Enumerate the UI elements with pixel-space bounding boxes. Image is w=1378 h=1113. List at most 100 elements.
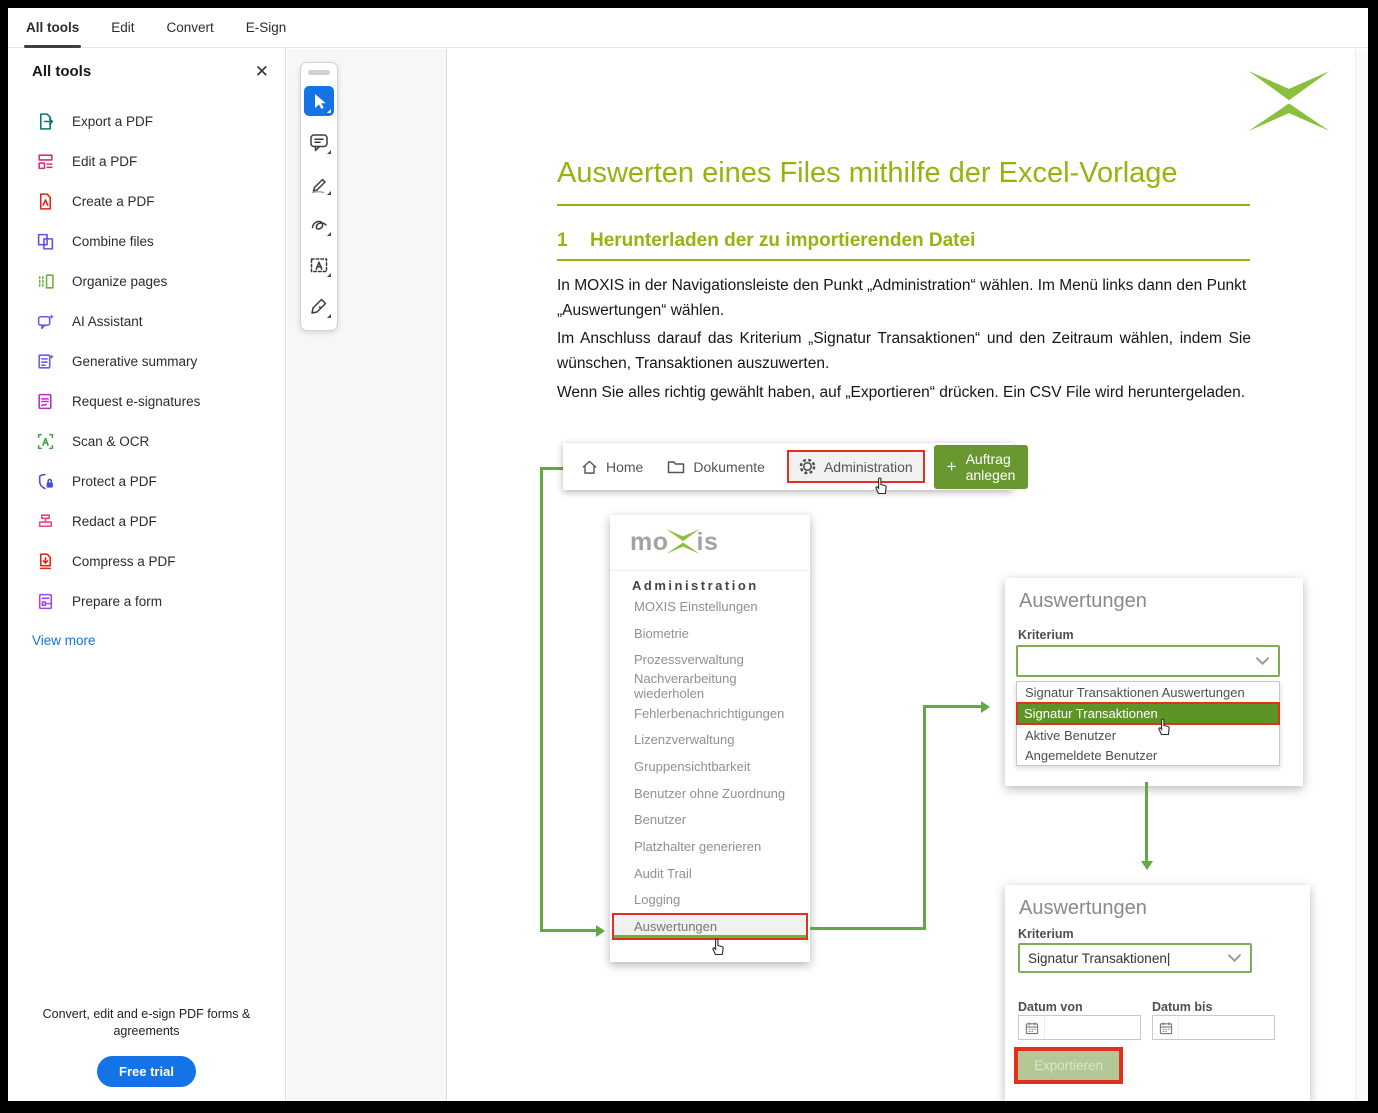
section-number: 1 (557, 230, 590, 252)
menu-item: Gruppensichtbarkeit (610, 753, 810, 780)
sidebar-item-label: Compress a PDF (72, 554, 176, 569)
sidebar-item-protect-pdf[interactable]: Protect a PDF (8, 461, 285, 501)
menu-item: Platzhalter generieren (610, 833, 810, 860)
all-tools-sidebar: All tools ✕ Export a PDF Edit a PDF Crea… (8, 49, 286, 1101)
gear-icon (799, 458, 816, 475)
connector-line (540, 929, 596, 932)
sidebar-item-label: Combine files (72, 234, 154, 249)
tool-list: Export a PDF Edit a PDF Create a PDF Com… (8, 101, 285, 621)
sidebar-item-label: AI Assistant (72, 314, 143, 329)
sidebar-footer: Convert, edit and e-sign PDF forms & agr… (8, 1006, 285, 1087)
paragraph-2: Im Anschluss darauf das Kriterium „Signa… (557, 326, 1251, 376)
vertical-scrollbar[interactable] (1355, 49, 1368, 1101)
admin-menu-header: Administration (632, 578, 759, 593)
text-select-tool-button[interactable] (304, 250, 334, 280)
tab-all-tools[interactable]: All tools (26, 8, 79, 48)
edit-pdf-icon (36, 152, 55, 171)
comment-tool-button[interactable] (304, 127, 334, 157)
acrobat-window: All tools Edit Convert E-Sign All tools … (8, 8, 1368, 1101)
create-pdf-icon (36, 192, 55, 211)
heading-rule (557, 259, 1250, 261)
draw-tool-button[interactable] (304, 209, 334, 239)
sidebar-item-edit-pdf[interactable]: Edit a PDF (8, 141, 285, 181)
menu-item: Lizenzverwaltung (610, 726, 810, 753)
top-tab-bar: All tools Edit Convert E-Sign (8, 8, 1368, 48)
tab-convert[interactable]: Convert (167, 8, 214, 48)
compress-pdf-icon (36, 552, 55, 571)
tab-esign[interactable]: E-Sign (246, 8, 287, 48)
connector-line (926, 705, 981, 708)
request-esignatures-icon (36, 392, 55, 411)
select-tool-button[interactable] (304, 86, 334, 116)
prepare-form-icon (36, 592, 55, 611)
chevron-down-icon (1228, 954, 1241, 962)
sidebar-item-label: Edit a PDF (72, 154, 137, 169)
paragraph-1: In MOXIS in der Navigationsleiste den Pu… (557, 273, 1251, 323)
datum-von-input (1018, 1015, 1141, 1040)
nav-auftrag-anlegen-button: + Auftrag anlegen (934, 445, 1029, 489)
option-row-highlighted: Signatur Transaktionen (1016, 702, 1280, 725)
close-icon[interactable]: ✕ (255, 63, 269, 80)
nav-dokumente: Dokumente (667, 459, 765, 475)
moxis-logo-text-left: mo (630, 530, 669, 555)
tab-edit[interactable]: Edit (111, 8, 134, 48)
option-row: Signatur Transaktionen Auswertungen (1017, 682, 1279, 702)
sidebar-item-scan-ocr[interactable]: Scan & OCR (8, 421, 285, 461)
nav-home-label: Home (606, 459, 643, 475)
title-rule (557, 204, 1250, 206)
kriterium-select (1016, 645, 1280, 677)
sidebar-item-organize-pages[interactable]: Organize pages (8, 261, 285, 301)
connector-arrowhead (981, 701, 990, 713)
free-trial-button[interactable]: Free trial (97, 1056, 196, 1087)
menu-divider (610, 570, 810, 571)
kriterium-select-value: Signatur Transaktionen (1028, 951, 1167, 966)
highlight-tool-button[interactable] (304, 168, 334, 198)
sidebar-item-compress-pdf[interactable]: Compress a PDF (8, 541, 285, 581)
menu-item: MOXIS Einstellungen (610, 593, 810, 620)
view-more-link[interactable]: View more (32, 633, 96, 648)
sidebar-item-combine-files[interactable]: Combine files (8, 221, 285, 261)
moxis-x-logo-small (666, 529, 700, 554)
sidebar-item-label: Organize pages (72, 274, 167, 289)
option-row: Aktive Benutzer (1017, 725, 1279, 745)
sidebar-item-label: Redact a PDF (72, 514, 157, 529)
sidebar-item-ai-assistant[interactable]: AI Assistant (8, 301, 285, 341)
sidebar-item-label: Create a PDF (72, 194, 155, 209)
scan-ocr-icon (36, 432, 55, 451)
panel-title: Auswertungen (1019, 897, 1147, 920)
export-pdf-icon (36, 112, 55, 131)
sidebar-item-label: Scan & OCR (72, 434, 149, 449)
sign-tool-button[interactable] (304, 291, 334, 321)
sidebar-item-generative-summary[interactable]: Generative summary (8, 341, 285, 381)
sidebar-item-redact-pdf[interactable]: Redact a PDF (8, 501, 285, 541)
exportieren-button: Exportieren (1018, 1051, 1119, 1080)
moxis-logo: mo is (630, 529, 718, 555)
calendar-icon (1019, 1016, 1045, 1039)
connector-line (810, 927, 923, 930)
comment-tool-icon (308, 131, 330, 153)
sidebar-item-create-pdf[interactable]: Create a PDF (8, 181, 285, 221)
home-icon (581, 459, 598, 475)
folder-icon (667, 459, 685, 474)
sidebar-item-export-pdf[interactable]: Export a PDF (8, 101, 285, 141)
datum-bis-input (1152, 1015, 1275, 1040)
menu-item: Audit Trail (610, 860, 810, 887)
option-label: Signatur Transaktionen (1024, 706, 1158, 721)
paragraph-3: Wenn Sie alles richtig gewählt haben, au… (557, 380, 1251, 405)
toolbar-drag-handle[interactable] (308, 70, 330, 75)
tool-strip (287, 49, 447, 1101)
sign-tool-icon (308, 295, 330, 317)
hand-cursor-icon (1155, 716, 1173, 736)
menu-item-label: Auswertungen (634, 919, 717, 934)
document-title: Auswerten eines Files mithilfe der Excel… (557, 157, 1257, 190)
exportieren-highlight-box: Exportieren (1014, 1047, 1123, 1084)
moxis-logo-text-right: is (697, 530, 719, 555)
pdf-page: Auswerten eines Files mithilfe der Excel… (448, 49, 1368, 1101)
menu-item: Benutzer ohne Zuordnung (610, 780, 810, 807)
sidebar-title: All tools (32, 63, 91, 80)
sidebar-item-request-esignatures[interactable]: Request e-signatures (8, 381, 285, 421)
nav-home: Home (581, 459, 643, 475)
sidebar-item-prepare-form[interactable]: Prepare a form (8, 581, 285, 621)
moxis-admin-menu-screenshot: mo is Administration MOXIS Einstellungen… (610, 515, 810, 962)
panel-title: Auswertungen (1019, 590, 1147, 613)
